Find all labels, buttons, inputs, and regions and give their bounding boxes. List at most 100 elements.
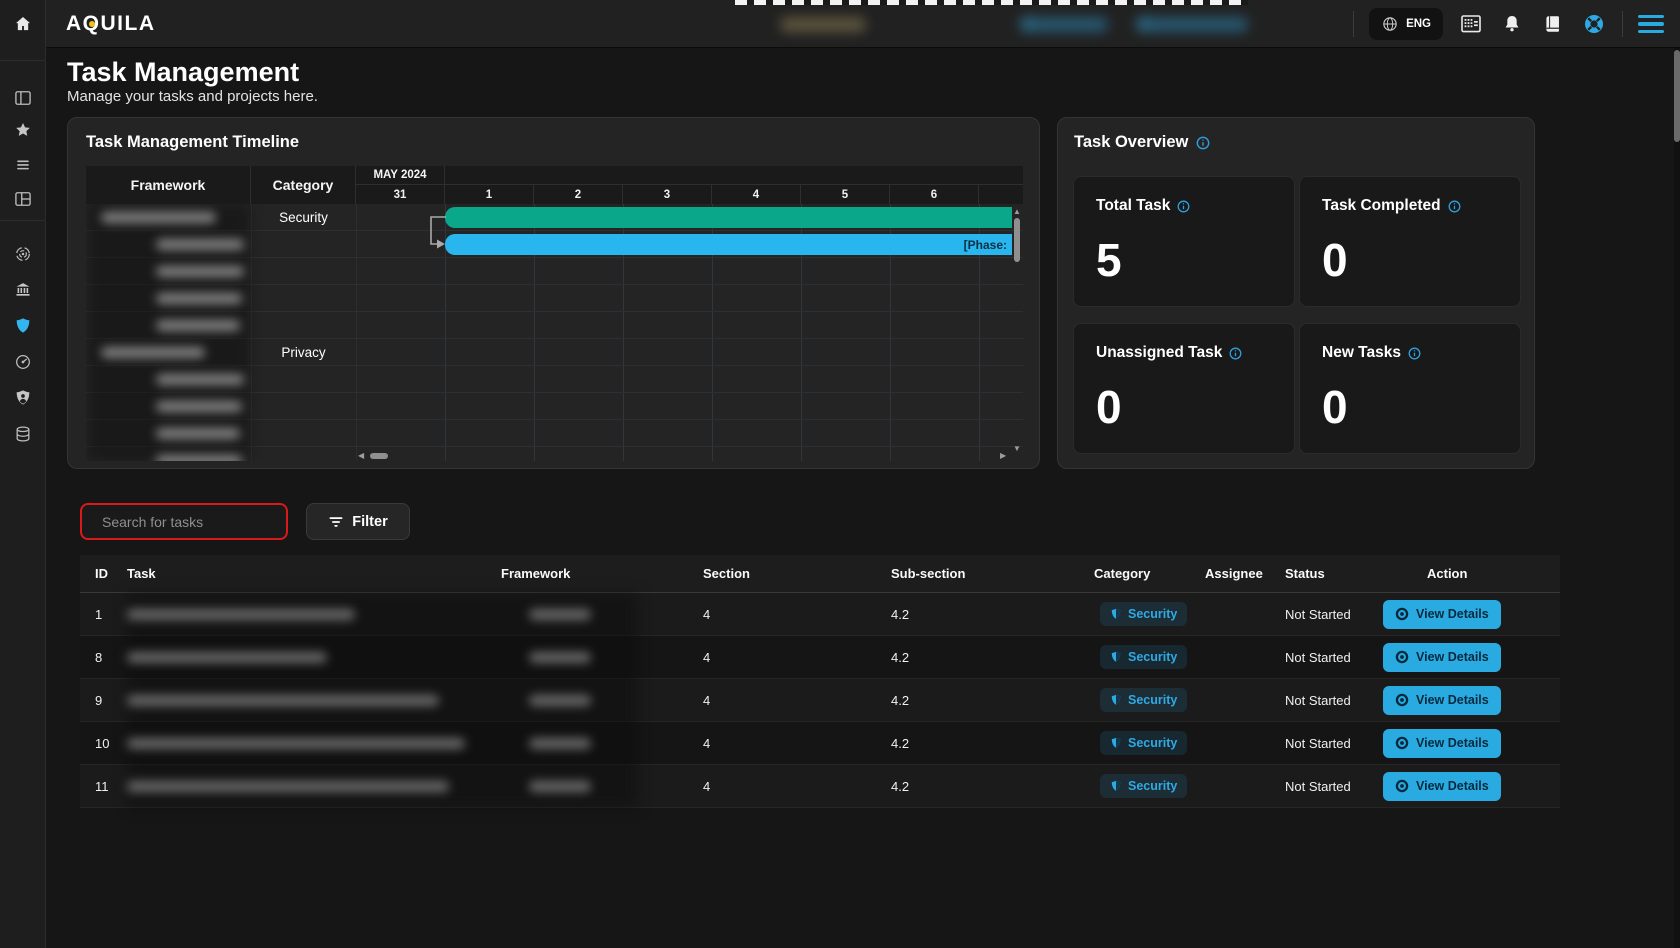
category-badge: Security bbox=[1100, 774, 1187, 798]
card-label: New Tasks bbox=[1322, 344, 1401, 362]
search-box bbox=[80, 503, 288, 540]
book-icon[interactable] bbox=[1540, 11, 1566, 37]
language-selector[interactable]: ENG bbox=[1369, 8, 1443, 40]
blurred-task-text bbox=[127, 738, 465, 749]
blurred-framework-text bbox=[529, 781, 591, 792]
cell-id: 9 bbox=[80, 693, 127, 708]
column-header: Action bbox=[1375, 566, 1560, 581]
column-header: Status bbox=[1285, 566, 1375, 581]
layout-panel-icon[interactable] bbox=[13, 88, 33, 108]
card-label: Unassigned Task bbox=[1096, 344, 1222, 362]
gauge-icon[interactable] bbox=[13, 352, 33, 372]
cell-action: View Details bbox=[1375, 686, 1560, 715]
gantt-category-value: Security bbox=[251, 204, 356, 231]
scroll-down-arrow[interactable]: ▼ bbox=[1013, 445, 1021, 453]
blurred-task-text bbox=[127, 652, 327, 663]
category-badge: Security bbox=[1100, 731, 1187, 755]
overview-card: Total Task 5 bbox=[1073, 176, 1295, 307]
gantt-bar-phase[interactable]: [Phase: bbox=[445, 234, 1012, 255]
eye-icon bbox=[1395, 693, 1409, 707]
info-icon[interactable] bbox=[1448, 200, 1461, 213]
grid-panels-icon[interactable] bbox=[13, 189, 33, 209]
column-header: Section bbox=[703, 566, 891, 581]
list-icon[interactable] bbox=[13, 155, 33, 175]
blurred-label bbox=[101, 347, 205, 358]
scroll-left-arrow[interactable]: ◀ bbox=[358, 452, 364, 460]
view-details-button[interactable]: View Details bbox=[1383, 729, 1501, 758]
view-details-button[interactable]: View Details bbox=[1383, 600, 1501, 629]
gantt-body: Security [Phase: Privacy bbox=[86, 204, 1023, 461]
cell-id: 8 bbox=[80, 650, 127, 665]
gantt-day-label: 31 bbox=[356, 185, 445, 204]
cell-section: 4 bbox=[703, 650, 891, 665]
cell-status: Not Started bbox=[1285, 736, 1375, 751]
shield-icon-active[interactable] bbox=[13, 316, 33, 336]
cell-section: 4 bbox=[703, 779, 891, 794]
divider bbox=[0, 60, 46, 61]
brand-logo[interactable]: AQUILA bbox=[66, 12, 156, 36]
cell-status: Not Started bbox=[1285, 693, 1375, 708]
cell-id: 1 bbox=[80, 607, 127, 622]
cell-section: 4 bbox=[703, 607, 891, 622]
info-icon[interactable] bbox=[1408, 347, 1421, 360]
blurred-label bbox=[156, 374, 244, 385]
shield-person-icon[interactable] bbox=[13, 388, 33, 408]
language-label: ENG bbox=[1406, 18, 1431, 30]
info-icon[interactable] bbox=[1196, 136, 1210, 150]
gantt-category-value: Privacy bbox=[251, 339, 356, 366]
page-scrollbar bbox=[1674, 48, 1680, 948]
star-icon[interactable] bbox=[13, 120, 33, 140]
home-icon[interactable] bbox=[13, 14, 33, 34]
info-icon[interactable] bbox=[1177, 200, 1190, 213]
lifebuoy-icon[interactable] bbox=[1581, 11, 1607, 37]
page-scrollbar-thumb[interactable] bbox=[1674, 50, 1680, 142]
menu-icon[interactable] bbox=[1638, 15, 1664, 34]
scroll-up-arrow[interactable]: ▲ bbox=[1013, 208, 1021, 216]
bank-icon[interactable] bbox=[13, 280, 33, 300]
view-details-button[interactable]: View Details bbox=[1383, 643, 1501, 672]
gantt-framework-header: Framework bbox=[86, 166, 251, 204]
gantt-day-label: 1 bbox=[445, 185, 534, 204]
gantt-day-label: 4 bbox=[712, 185, 801, 204]
gantt-bar-framework[interactable] bbox=[445, 207, 1012, 228]
info-icon[interactable] bbox=[1229, 347, 1242, 360]
bell-icon[interactable] bbox=[1499, 11, 1525, 37]
page-title: Task Management bbox=[67, 57, 299, 88]
shield-icon bbox=[1110, 780, 1122, 793]
sidebar bbox=[0, 0, 46, 948]
cell-section: 4 bbox=[703, 736, 891, 751]
blurred-framework-text bbox=[529, 652, 591, 663]
divider bbox=[1622, 11, 1623, 37]
blurred-task-text bbox=[127, 695, 439, 706]
database-icon[interactable] bbox=[13, 424, 33, 444]
blurred-label bbox=[101, 212, 216, 223]
topbar: AQUILA ENG bbox=[46, 0, 1680, 48]
gantt-month-label: MAY 2024 bbox=[356, 166, 445, 185]
blurred-center-text bbox=[780, 17, 866, 32]
cell-status: Not Started bbox=[1285, 607, 1375, 622]
column-header: Task bbox=[127, 566, 501, 581]
horizontal-scrollbar-thumb[interactable] bbox=[370, 453, 388, 459]
table-header-row: IDTaskFrameworkSectionSub-sectionCategor… bbox=[80, 555, 1560, 593]
overview-card: Task Completed 0 bbox=[1299, 176, 1521, 307]
cell-id: 10 bbox=[80, 736, 127, 751]
scroll-right-arrow[interactable]: ▶ bbox=[1000, 452, 1006, 460]
filter-label: Filter bbox=[352, 514, 387, 530]
cell-subsection: 4.2 bbox=[891, 607, 1094, 622]
vertical-scrollbar-thumb[interactable] bbox=[1014, 218, 1020, 262]
filter-button[interactable]: Filter bbox=[306, 503, 410, 540]
cell-category: Security bbox=[1094, 645, 1205, 669]
cell-id: 11 bbox=[80, 779, 127, 794]
view-details-button[interactable]: View Details bbox=[1383, 686, 1501, 715]
top-dashed-artifact bbox=[735, 0, 1248, 5]
blurred-account-item-1 bbox=[1020, 17, 1108, 32]
radar-icon[interactable] bbox=[13, 244, 33, 264]
building-grid-icon[interactable] bbox=[1458, 11, 1484, 37]
cell-status: Not Started bbox=[1285, 650, 1375, 665]
view-details-button[interactable]: View Details bbox=[1383, 772, 1501, 801]
search-input[interactable] bbox=[94, 514, 291, 530]
cell-task bbox=[127, 781, 501, 792]
shield-icon bbox=[1110, 608, 1122, 621]
blurred-label bbox=[156, 293, 242, 304]
divider bbox=[0, 220, 46, 221]
